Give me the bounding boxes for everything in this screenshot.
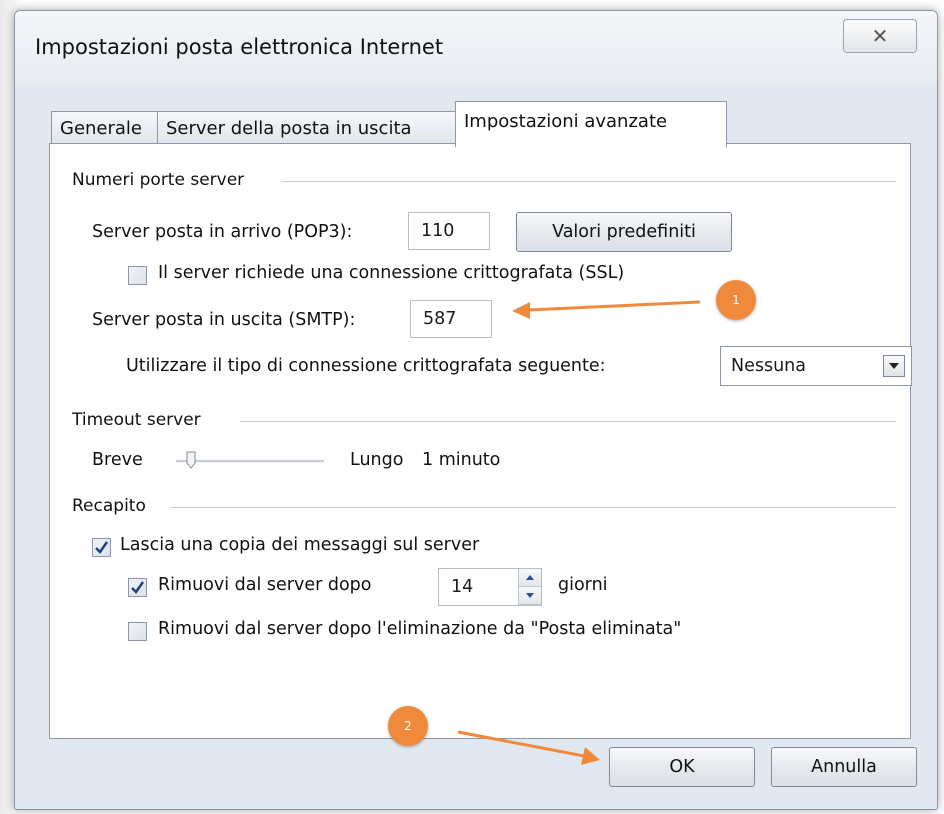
tab-advanced-settings-label: Impostazioni avanzate (464, 111, 668, 132)
annotation-badge-1: 1 (716, 280, 756, 320)
annotation-arrow-2 (457, 730, 600, 765)
annotation-arrow-1 (512, 300, 701, 319)
tab-advanced-settings[interactable]: Impostazioni avanzate (455, 101, 727, 147)
annotation-badge-2: 2 (388, 706, 428, 746)
